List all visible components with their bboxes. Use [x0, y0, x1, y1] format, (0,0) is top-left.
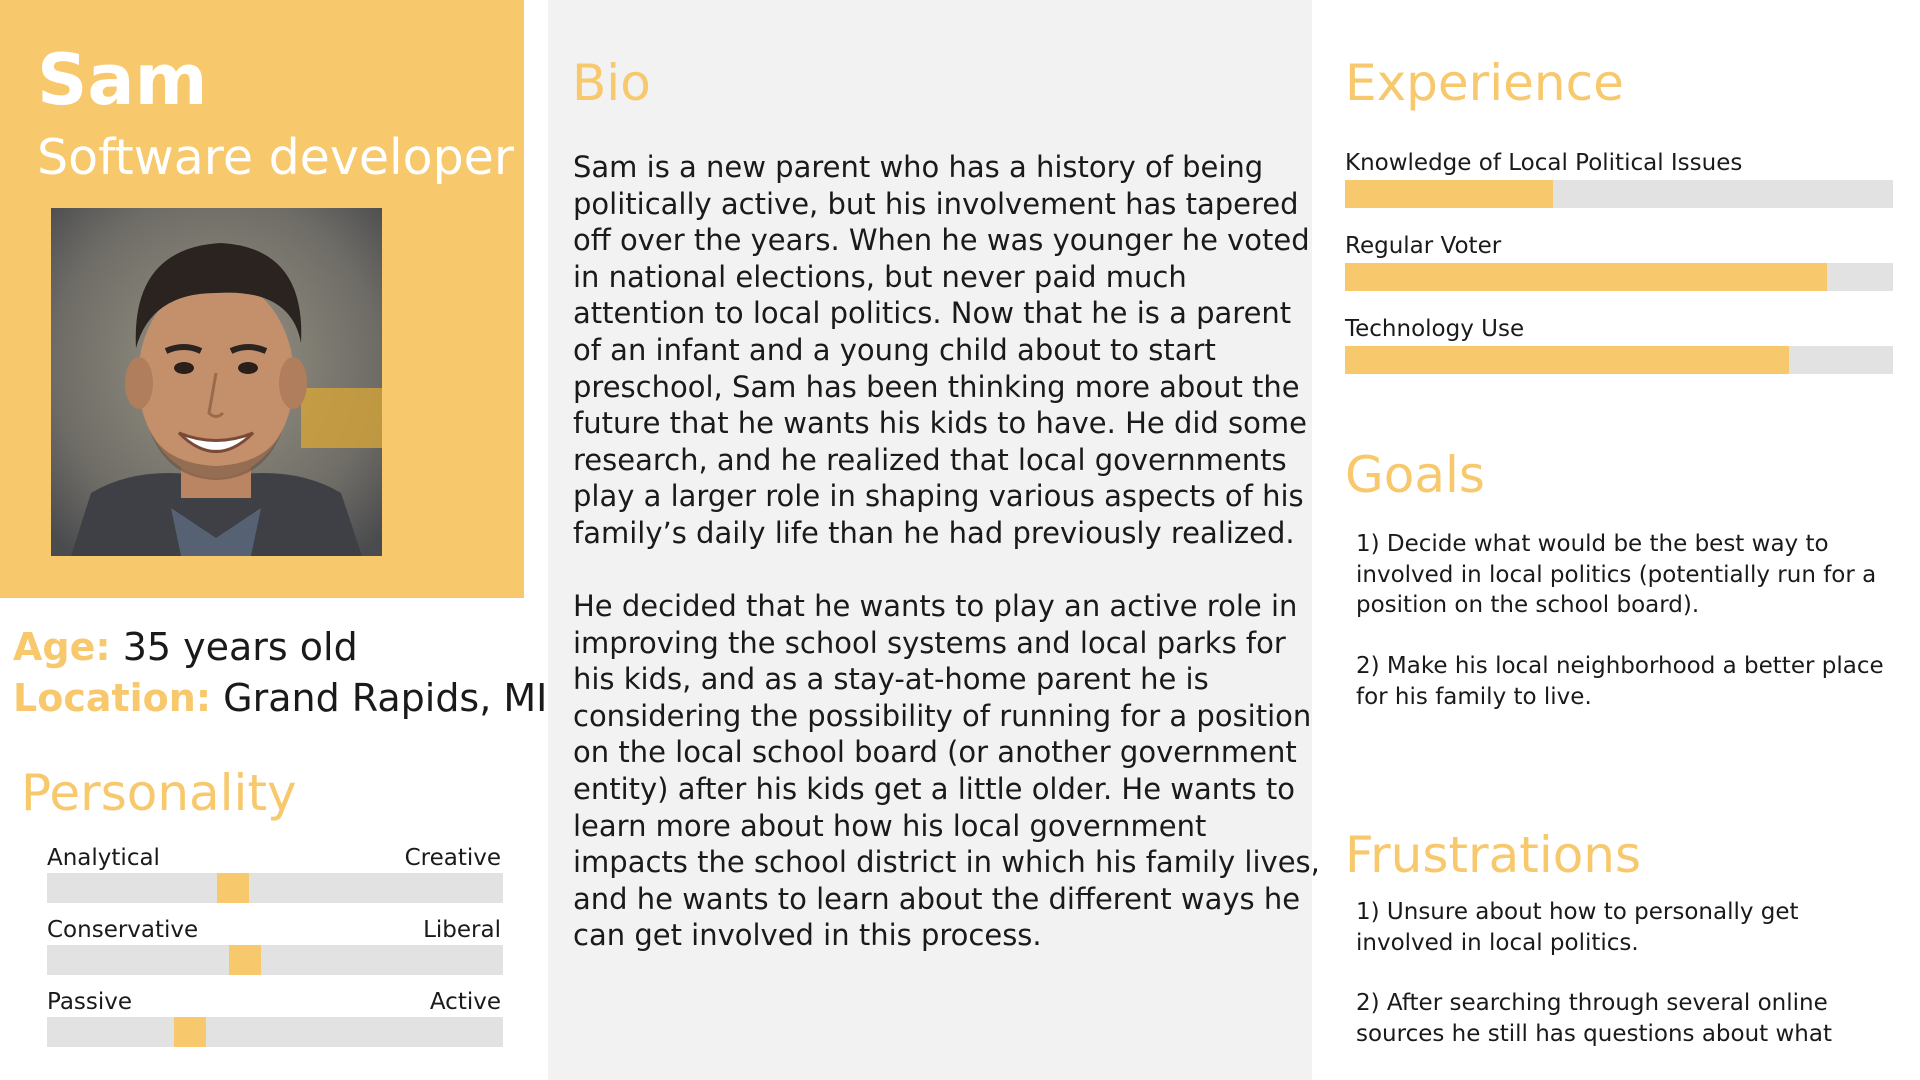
- frustrations-heading: Frustrations: [1345, 826, 1642, 884]
- personality-heading: Personality: [21, 764, 297, 822]
- slider-liberal-label: Liberal: [423, 917, 501, 943]
- bio-heading: Bio: [572, 54, 651, 112]
- meter-fill: [1345, 263, 1828, 291]
- meter-label-regular-voter: Regular Voter: [1345, 233, 1502, 259]
- goal-item: 1) Decide what would be the best way to …: [1356, 531, 1877, 618]
- meter-local-issues: [1345, 180, 1893, 208]
- personality-slider-conservative-liberal: [47, 945, 503, 975]
- personality-slider-passive-active: [47, 1017, 503, 1047]
- slider-thumb: [229, 945, 261, 975]
- bio-paragraph: He decided that he wants to play an acti…: [573, 589, 1320, 953]
- meter-label-local-issues: Knowledge of Local Political Issues: [1345, 150, 1743, 176]
- slider-thumb: [217, 873, 249, 903]
- frustration-item: 1) Unsure about how to personally get in…: [1356, 899, 1799, 956]
- meter-regular-voter: [1345, 263, 1893, 291]
- location-label: Location:: [13, 676, 212, 720]
- persona-name: Sam: [37, 39, 208, 121]
- slider-creative-label: Creative: [404, 845, 501, 871]
- experience-heading: Experience: [1345, 54, 1624, 112]
- meter-fill: [1345, 346, 1789, 374]
- meter-fill: [1345, 180, 1554, 208]
- frustration-item: 2) After searching through several onlin…: [1356, 990, 1832, 1047]
- location-value: Grand Rapids, MI: [223, 676, 548, 720]
- slider-analytical-label: Analytical: [47, 845, 160, 871]
- age-line: Age: 35 years old: [13, 625, 358, 671]
- age-value: 35 years old: [122, 625, 358, 669]
- slider-active-label: Active: [429, 989, 501, 1015]
- portrait-photo: [51, 208, 382, 556]
- goal-item: 2) Make his local neighborhood a better …: [1356, 653, 1884, 710]
- personality-slider-analytical-creative: [47, 873, 503, 903]
- bio-paragraph: Sam is a new parent who has a history of…: [573, 150, 1310, 550]
- slider-thumb: [174, 1017, 206, 1047]
- location-line: Location: Grand Rapids, MI: [13, 676, 547, 722]
- slider-passive-label: Passive: [47, 989, 133, 1015]
- slider-conservative-label: Conservative: [47, 917, 199, 943]
- meter-label-technology-use: Technology Use: [1345, 316, 1525, 342]
- persona-role: Software developer: [37, 129, 514, 186]
- age-label: Age:: [13, 625, 111, 669]
- portrait-illustration: [51, 208, 382, 556]
- meter-technology-use: [1345, 346, 1893, 374]
- goals-heading: Goals: [1345, 446, 1485, 504]
